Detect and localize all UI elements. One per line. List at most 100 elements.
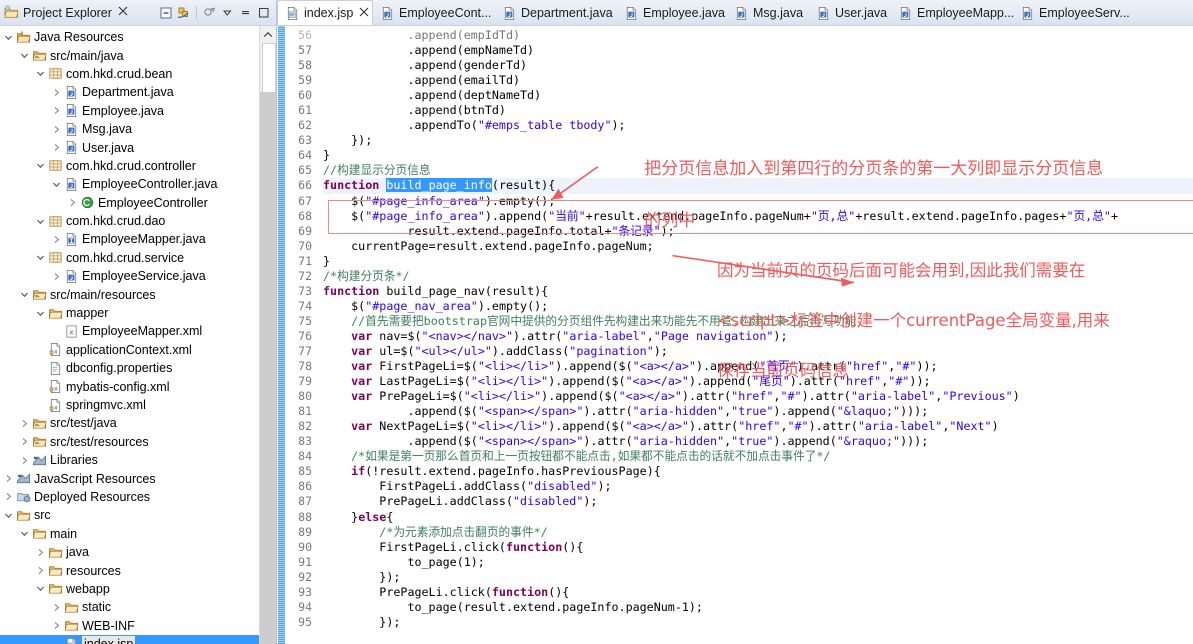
tree-item-msg-java[interactable]: Msg.java — [0, 120, 276, 138]
editor-tab-employee-java[interactable]: Employee.java — [617, 1, 727, 25]
editor-tab-department-java[interactable]: Department.java — [495, 1, 617, 25]
tab-close-icon[interactable] — [359, 7, 369, 20]
chevron-down-icon[interactable] — [34, 161, 47, 170]
code-line[interactable]: .append(deptNameTd) — [323, 88, 1193, 103]
tree-item-mapper[interactable]: mapper — [0, 304, 276, 322]
chevron-right-icon[interactable] — [34, 566, 47, 575]
chevron-down-icon[interactable] — [34, 69, 47, 78]
code-line[interactable]: .append(btnTd) — [323, 103, 1193, 118]
code-line[interactable]: var nav=$("<nav></nav>").attr("aria-labe… — [323, 329, 1193, 344]
tree-item-javascript-resources[interactable]: JavaScript Resources — [0, 469, 276, 487]
tree-item-employee-java[interactable]: Employee.java — [0, 102, 276, 120]
tree-item-com-hkd-crud-controller[interactable]: com.hkd.crud.controller — [0, 157, 276, 175]
tree-item-springmvc-xml[interactable]: x springmvc.xml — [0, 396, 276, 414]
tree-item-dbconfig-properties[interactable]: dbconfig.properties — [0, 359, 276, 377]
chevron-down-icon[interactable] — [2, 511, 15, 520]
code-line[interactable]: } — [323, 254, 1193, 269]
chevron-down-icon[interactable] — [2, 33, 15, 42]
chevron-right-icon[interactable] — [50, 603, 63, 612]
chevron-right-icon[interactable] — [2, 492, 15, 501]
chevron-right-icon[interactable] — [34, 548, 47, 557]
chevron-right-icon[interactable] — [50, 272, 63, 281]
project-explorer-title-wrap[interactable]: Project Explorer — [0, 5, 157, 20]
tree-item-department-java[interactable]: Department.java — [0, 83, 276, 101]
code-line[interactable]: $("#page_info_area").append("当前"+result.… — [323, 209, 1193, 224]
project-tree-vertical-scrollbar[interactable] — [259, 26, 276, 644]
code-line[interactable]: //首先需要把bootstrap官网中提供的分页组件先构建出来功能先不用管,构建… — [323, 314, 1193, 329]
chevron-down-icon[interactable] — [18, 51, 31, 60]
minimize-icon[interactable] — [237, 4, 254, 21]
close-icon[interactable] — [118, 6, 128, 19]
code-line[interactable]: PrePageLi.addClass("disabled"); — [323, 494, 1193, 509]
code-line[interactable]: .appendTo("#emps_table tbody"); — [323, 118, 1193, 133]
chevron-right-icon[interactable] — [18, 437, 31, 446]
chevron-down-icon[interactable] — [34, 217, 47, 226]
chevron-right-icon[interactable] — [50, 621, 63, 630]
code-line[interactable]: $("#page_nav_area").empty(); — [323, 299, 1193, 314]
tree-item-web-inf[interactable]: WEB-INF — [0, 617, 276, 635]
collapse-all-icon[interactable] — [157, 4, 174, 21]
editor-tab-employeecont[interactable]: EmployeeCont... — [373, 1, 495, 25]
chevron-right-icon[interactable] — [18, 419, 31, 428]
code-line[interactable]: .append(empIdTd) — [323, 28, 1193, 43]
chevron-down-icon[interactable] — [18, 290, 31, 299]
scrollbar-thumb[interactable] — [262, 43, 276, 93]
code-line[interactable]: }); — [323, 615, 1193, 630]
tree-item-src-main-java[interactable]: src/main/java — [0, 46, 276, 64]
chevron-down-icon[interactable] — [50, 180, 63, 189]
code-line[interactable]: /*如果是第一页那么首页和上一页按钮都不能点击,如果都不能点击的话就不加点击事件… — [323, 449, 1193, 464]
tree-item-employeecontroller-java[interactable]: EmployeeController.java — [0, 175, 276, 193]
maximize-icon[interactable] — [255, 4, 272, 21]
code-line[interactable]: /*为元素添加点击翻页的事件*/ — [323, 525, 1193, 540]
code-line[interactable]: to_page(1); — [323, 555, 1193, 570]
chevron-right-icon[interactable] — [50, 88, 63, 97]
tree-item-employeemapper-java[interactable]: EmployeeMapper.java — [0, 230, 276, 248]
tree-item-employeecontroller[interactable]: EmployeeController — [0, 194, 276, 212]
code-line[interactable]: var NextPageLi=$("<li></li>").append($("… — [323, 419, 1193, 434]
code-line[interactable]: .append(emailTd) — [323, 73, 1193, 88]
tree-item-java-resources[interactable]: Java Resources — [0, 28, 276, 46]
tree-item-deployed-resources[interactable]: Deployed Resources — [0, 488, 276, 506]
code-line[interactable]: //构建显示分页信息 — [323, 163, 1193, 178]
tree-item-user-java[interactable]: User.java — [0, 138, 276, 156]
tree-item-com-hkd-crud-service[interactable]: com.hkd.crud.service — [0, 249, 276, 267]
chevron-right-icon[interactable] — [50, 235, 63, 244]
editor-tab-index-jsp[interactable]: index.jsp — [277, 0, 373, 25]
chevron-down-icon[interactable] — [34, 309, 47, 318]
code-line[interactable]: }else{ — [323, 510, 1193, 525]
chevron-right-icon[interactable] — [18, 456, 31, 465]
tree-item-src-main-resources[interactable]: src/main/resources — [0, 285, 276, 303]
code-line[interactable]: FirstPageLi.click(function(){ — [323, 540, 1193, 555]
tree-item-com-hkd-crud-bean[interactable]: com.hkd.crud.bean — [0, 65, 276, 83]
tree-item-libraries[interactable]: Libraries — [0, 451, 276, 469]
tree-item-main[interactable]: main — [0, 525, 276, 543]
code-line[interactable]: /*构建分页条*/ — [323, 269, 1193, 284]
tree-item-src-test-resources[interactable]: src/test/resources — [0, 433, 276, 451]
tree-item-resources[interactable]: resources — [0, 561, 276, 579]
code-line[interactable]: currentPage=result.extend.pageInfo.pageN… — [323, 239, 1193, 254]
tree-item-src-test-java[interactable]: src/test/java — [0, 414, 276, 432]
tree-item-java[interactable]: java — [0, 543, 276, 561]
chevron-right-icon[interactable] — [66, 198, 79, 207]
code-line[interactable]: }); — [323, 133, 1193, 148]
tree-item-mybatis-config-xml[interactable]: x mybatis-config.xml — [0, 377, 276, 395]
link-with-editor-icon[interactable] — [175, 4, 192, 21]
code-editor[interactable]: 56 57 58 59 60 61 62 63 64 65 66 67 68 69 70 71 72 73 74 75… — [277, 26, 1193, 644]
editor-tab-employeeserv[interactable]: EmployeeServ... — [1013, 1, 1131, 25]
tree-item-static[interactable]: static — [0, 598, 276, 616]
tree-item-src[interactable]: src — [0, 506, 276, 524]
chevron-down-icon[interactable] — [18, 529, 31, 538]
tree-item-index-jsp[interactable]: index.jsp — [0, 634, 276, 644]
code-line[interactable]: .append($("<span></span>").attr("aria-hi… — [323, 434, 1193, 449]
code-line[interactable]: var PrePageLi=$("<li></li>").append($("<… — [323, 389, 1193, 404]
code-line[interactable]: .append(empNameTd) — [323, 43, 1193, 58]
scrollbar-track[interactable] — [260, 92, 276, 644]
tree-item-com-hkd-crud-dao[interactable]: com.hkd.crud.dao — [0, 212, 276, 230]
code-line[interactable]: if(!result.extend.pageInfo.hasPreviousPa… — [323, 464, 1193, 479]
tree-item-webapp[interactable]: webapp — [0, 580, 276, 598]
chevron-down-icon[interactable] — [34, 584, 47, 593]
code-line[interactable]: .append($("<span></span>").attr("aria-hi… — [323, 404, 1193, 419]
tree-item-applicationcontext-xml[interactable]: x applicationContext.xml — [0, 341, 276, 359]
chevron-right-icon[interactable] — [50, 143, 63, 152]
editor-tab-employeemapp[interactable]: EmployeeMapp... — [891, 1, 1014, 25]
